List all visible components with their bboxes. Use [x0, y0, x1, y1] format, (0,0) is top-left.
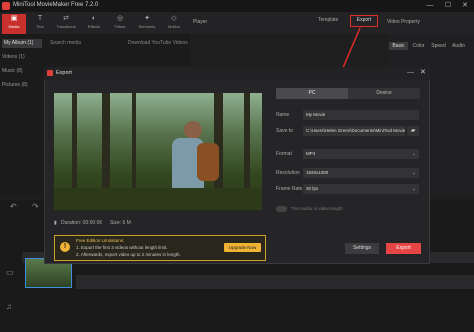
settings-button[interactable]: Settings	[345, 243, 379, 254]
export-button[interactable]: Export	[386, 243, 421, 254]
export-dialog-icon	[47, 70, 53, 76]
name-label: Name	[276, 112, 290, 118]
search-media-button[interactable]: Search media	[50, 40, 81, 46]
format-label: Format	[276, 151, 292, 157]
person-head	[184, 121, 202, 139]
app-title: MiniTool MovieMaker Free 7.2.0	[13, 2, 99, 8]
tab-basic[interactable]: Basic	[389, 42, 408, 50]
tab-pc[interactable]: PC	[276, 88, 348, 99]
resolution-label: Resolution	[276, 170, 300, 176]
video-track-icon: ▭	[6, 268, 14, 277]
size-text: Size: 6 M	[110, 220, 131, 226]
tool-text[interactable]: T Text	[28, 14, 52, 34]
dialog-title: Export	[56, 70, 72, 76]
film-icon: ▮	[54, 220, 57, 226]
folder-icon: ▣	[10, 15, 18, 22]
transition-icon: ⇄	[63, 15, 69, 22]
minimize-button[interactable]: —	[422, 1, 438, 11]
dialog-title-bar	[44, 67, 430, 80]
library-videos-item[interactable]: Videos (1)	[2, 54, 25, 60]
tool-transitions[interactable]: ⇄ Transitions	[54, 14, 78, 34]
upgrade-now-button[interactable]: Upgrade Now	[224, 243, 261, 252]
format-select[interactable]: MP4 ⌄	[303, 149, 419, 159]
dialog-close-button[interactable]: ✕	[420, 68, 426, 76]
download-youtube-button[interactable]: Download YouTube Videos	[128, 40, 188, 46]
video-property-label: Video Property	[387, 19, 420, 25]
tool-effects[interactable]: ◐ Effects	[82, 14, 106, 34]
close-window-button[interactable]: ✕	[457, 1, 473, 11]
backpack	[197, 143, 219, 181]
forest-ground	[54, 188, 262, 210]
duration-text: Duration: 00:00:06	[61, 220, 103, 226]
trim-audio-label: Trim audio to video length	[291, 206, 343, 211]
tab-device[interactable]: Device	[348, 88, 420, 99]
elements-icon: ✦	[144, 15, 150, 22]
app-logo-icon	[2, 2, 10, 10]
resolution-select[interactable]: 1920x1080 ⌄	[303, 168, 419, 178]
tab-speed[interactable]: Speed	[429, 42, 448, 50]
maximize-button[interactable]: ☐	[440, 1, 456, 11]
redo-icon[interactable]: ↷	[32, 202, 39, 211]
undo-icon[interactable]: ↶	[10, 202, 17, 211]
tool-elements[interactable]: ✦ Elements	[135, 14, 159, 34]
video-track	[76, 275, 474, 289]
tab-audio[interactable]: Audio	[449, 42, 468, 50]
chevron-down-icon: ⌄	[411, 186, 416, 192]
save-to-label: Save to	[276, 128, 293, 134]
name-field[interactable]	[303, 110, 419, 120]
limitation-line-1: 1. Export the first 3 videos without len…	[76, 245, 168, 250]
chevron-down-icon: ⌄	[411, 151, 416, 157]
dialog-minimize-button[interactable]: —	[407, 69, 414, 76]
browse-folder-icon[interactable]: ▰	[407, 126, 419, 136]
template-button[interactable]: Template	[318, 17, 338, 23]
filter-icon: ◎	[116, 15, 124, 22]
tool-media[interactable]: ▣ Media	[2, 14, 26, 34]
text-icon: T	[37, 15, 43, 22]
limitations-title: Free Edition Limitations:	[76, 238, 125, 243]
motion-icon: ◇	[171, 15, 177, 22]
library-pictures-item[interactable]: Pictures (8)	[2, 82, 28, 88]
warning-icon: !	[60, 242, 70, 252]
music-track-icon: ♫	[6, 302, 12, 311]
library-music-item[interactable]: Music (8)	[2, 68, 23, 74]
library-album-item[interactable]: My Album (1)	[2, 39, 42, 48]
video-preview-image	[54, 93, 262, 210]
tool-motion[interactable]: ◇ Motion	[162, 14, 186, 34]
save-path-field[interactable]: C:\Users\Helen Green\Documents\MiniTool …	[303, 126, 405, 136]
frame-rate-label: Frame Rate	[276, 186, 303, 192]
effects-icon: ◐	[91, 15, 97, 22]
limitation-line-2: 2. Afterwards, export video up to 2 minu…	[76, 252, 181, 257]
tool-filters[interactable]: ◎ Filters	[108, 14, 132, 34]
player-label: Player	[193, 19, 208, 25]
trim-audio-toggle[interactable]	[276, 206, 287, 212]
chevron-down-icon: ⌄	[411, 170, 416, 176]
tab-color[interactable]: Color	[409, 42, 428, 50]
frame-rate-select[interactable]: 30 fps ⌄	[303, 184, 419, 194]
